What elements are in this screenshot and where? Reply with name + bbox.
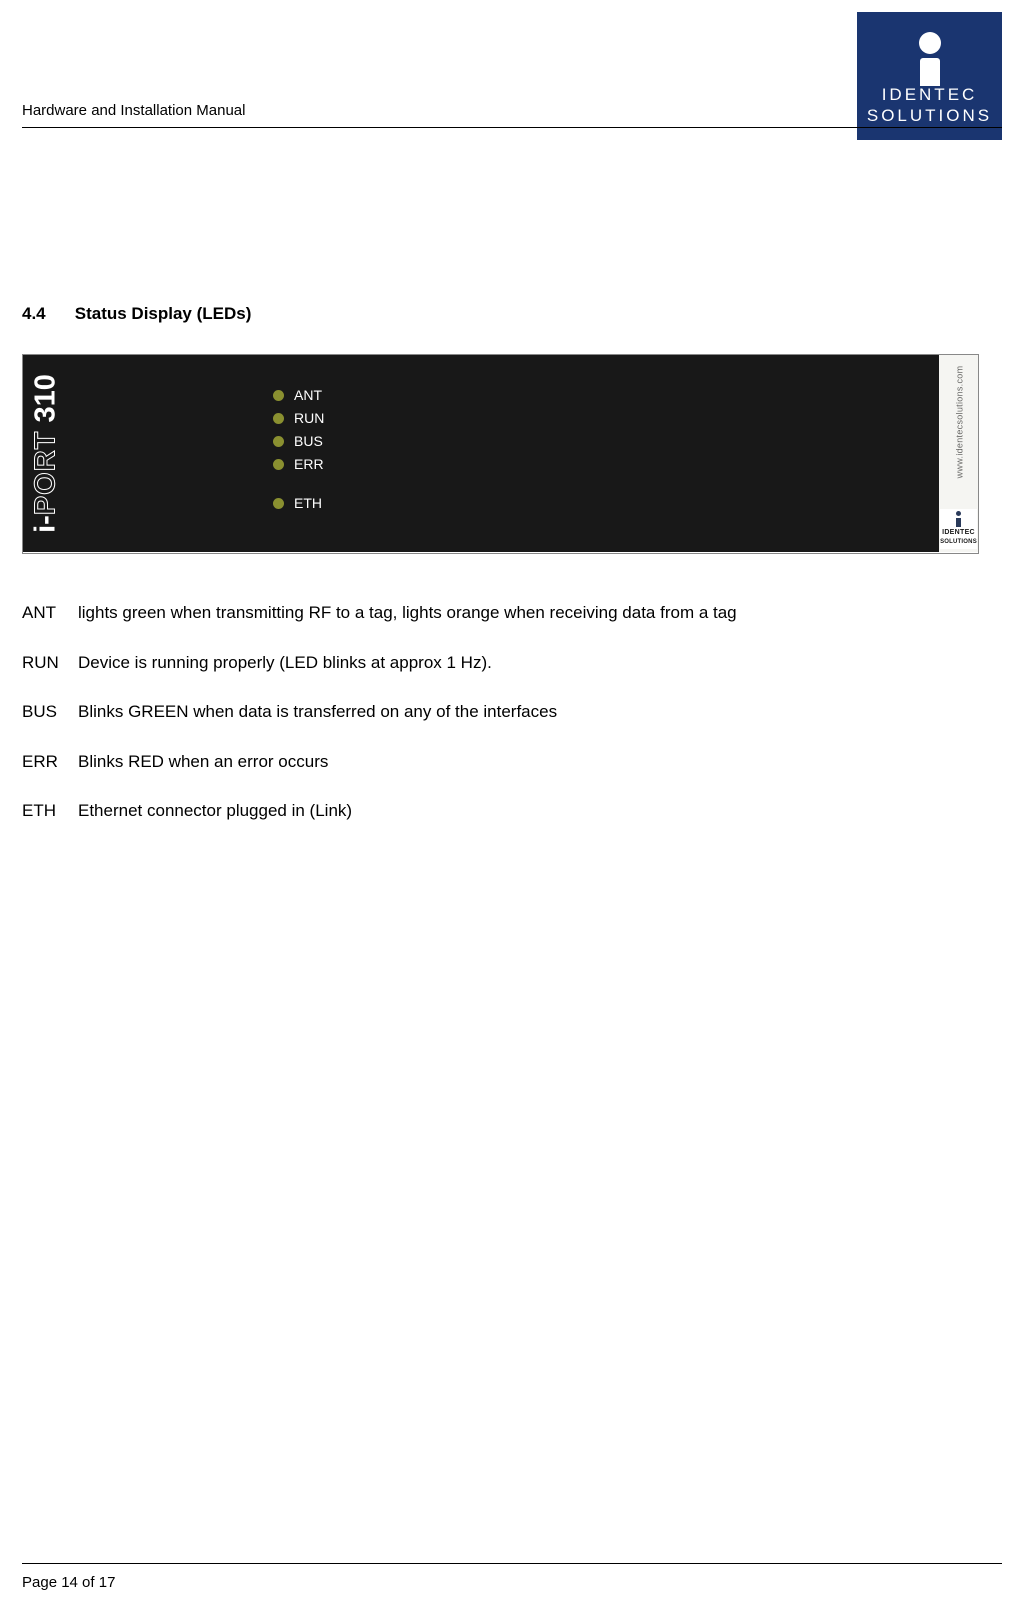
led-item-bus: BUS [273, 433, 324, 449]
section-number: 4.4 [22, 304, 70, 324]
device-brand-label: i-PORT 310 [30, 359, 63, 549]
definition-term: RUN [22, 650, 78, 676]
device-mini-logo: IDENTEC SOLUTIONS [940, 509, 977, 549]
led-item-eth: ETH [273, 495, 324, 511]
led-item-ant: ANT [273, 387, 324, 403]
device-url-label: www.identecsolutions.com [955, 350, 965, 495]
definition-description: Blinks GREEN when data is transferred on… [78, 699, 557, 725]
led-item-err: ERR [273, 456, 324, 472]
definition-term: ETH [22, 798, 78, 824]
device-panel-face: i-PORT 310 ANT RUN BUS ERR ETH [23, 355, 941, 552]
definition-row: BUS Blinks GREEN when data is transferre… [22, 699, 964, 725]
led-item-run: RUN [273, 410, 324, 426]
led-dot-icon [273, 413, 284, 424]
section-heading: 4.4 Status Display (LEDs) [22, 304, 251, 324]
definition-row: RUN Device is running properly (LED blin… [22, 650, 964, 676]
led-label: ANT [294, 387, 322, 403]
led-label: RUN [294, 410, 324, 426]
mini-logo-stem-icon [956, 518, 961, 527]
definition-term: ERR [22, 749, 78, 775]
page-header: Hardware and Installation Manual [22, 102, 1002, 128]
led-dot-icon [273, 498, 284, 509]
led-list: ANT RUN BUS ERR ETH [273, 387, 324, 511]
page-footer: Page 14 of 17 [22, 1563, 1002, 1591]
definition-row: ETH Ethernet connector plugged in (Link) [22, 798, 964, 824]
led-label: ERR [294, 456, 324, 472]
led-dot-icon [273, 436, 284, 447]
mini-logo-dot-icon [956, 511, 961, 516]
definition-list: ANT lights green when transmitting RF to… [22, 600, 964, 848]
mini-logo-line-1: IDENTEC [940, 529, 977, 536]
page-number: Page 14 of 17 [22, 1574, 1002, 1591]
definition-description: Device is running properly (LED blinks a… [78, 650, 492, 676]
led-label: ETH [294, 495, 322, 511]
device-panel-image: i-PORT 310 ANT RUN BUS ERR ETH [22, 354, 979, 554]
section-title: Status Display (LEDs) [75, 304, 252, 323]
led-label: BUS [294, 433, 323, 449]
document-title: Hardware and Installation Manual [22, 102, 1002, 125]
definition-term: ANT [22, 600, 78, 626]
definition-description: Ethernet connector plugged in (Link) [78, 798, 352, 824]
logo-dot-icon [919, 32, 941, 54]
mini-logo-line-2: SOLUTIONS [940, 539, 977, 545]
definition-description: Blinks RED when an error occurs [78, 749, 328, 775]
logo-stem-icon [920, 58, 940, 86]
definition-term: BUS [22, 699, 78, 725]
definition-row: ERR Blinks RED when an error occurs [22, 749, 964, 775]
led-dot-icon [273, 459, 284, 470]
footer-divider [22, 1563, 1002, 1564]
led-dot-icon [273, 390, 284, 401]
definition-description: lights green when transmitting RF to a t… [78, 600, 737, 626]
device-panel-edge: www.identecsolutions.com IDENTEC SOLUTIO… [939, 355, 978, 552]
header-divider [22, 127, 1002, 128]
definition-row: ANT lights green when transmitting RF to… [22, 600, 964, 626]
